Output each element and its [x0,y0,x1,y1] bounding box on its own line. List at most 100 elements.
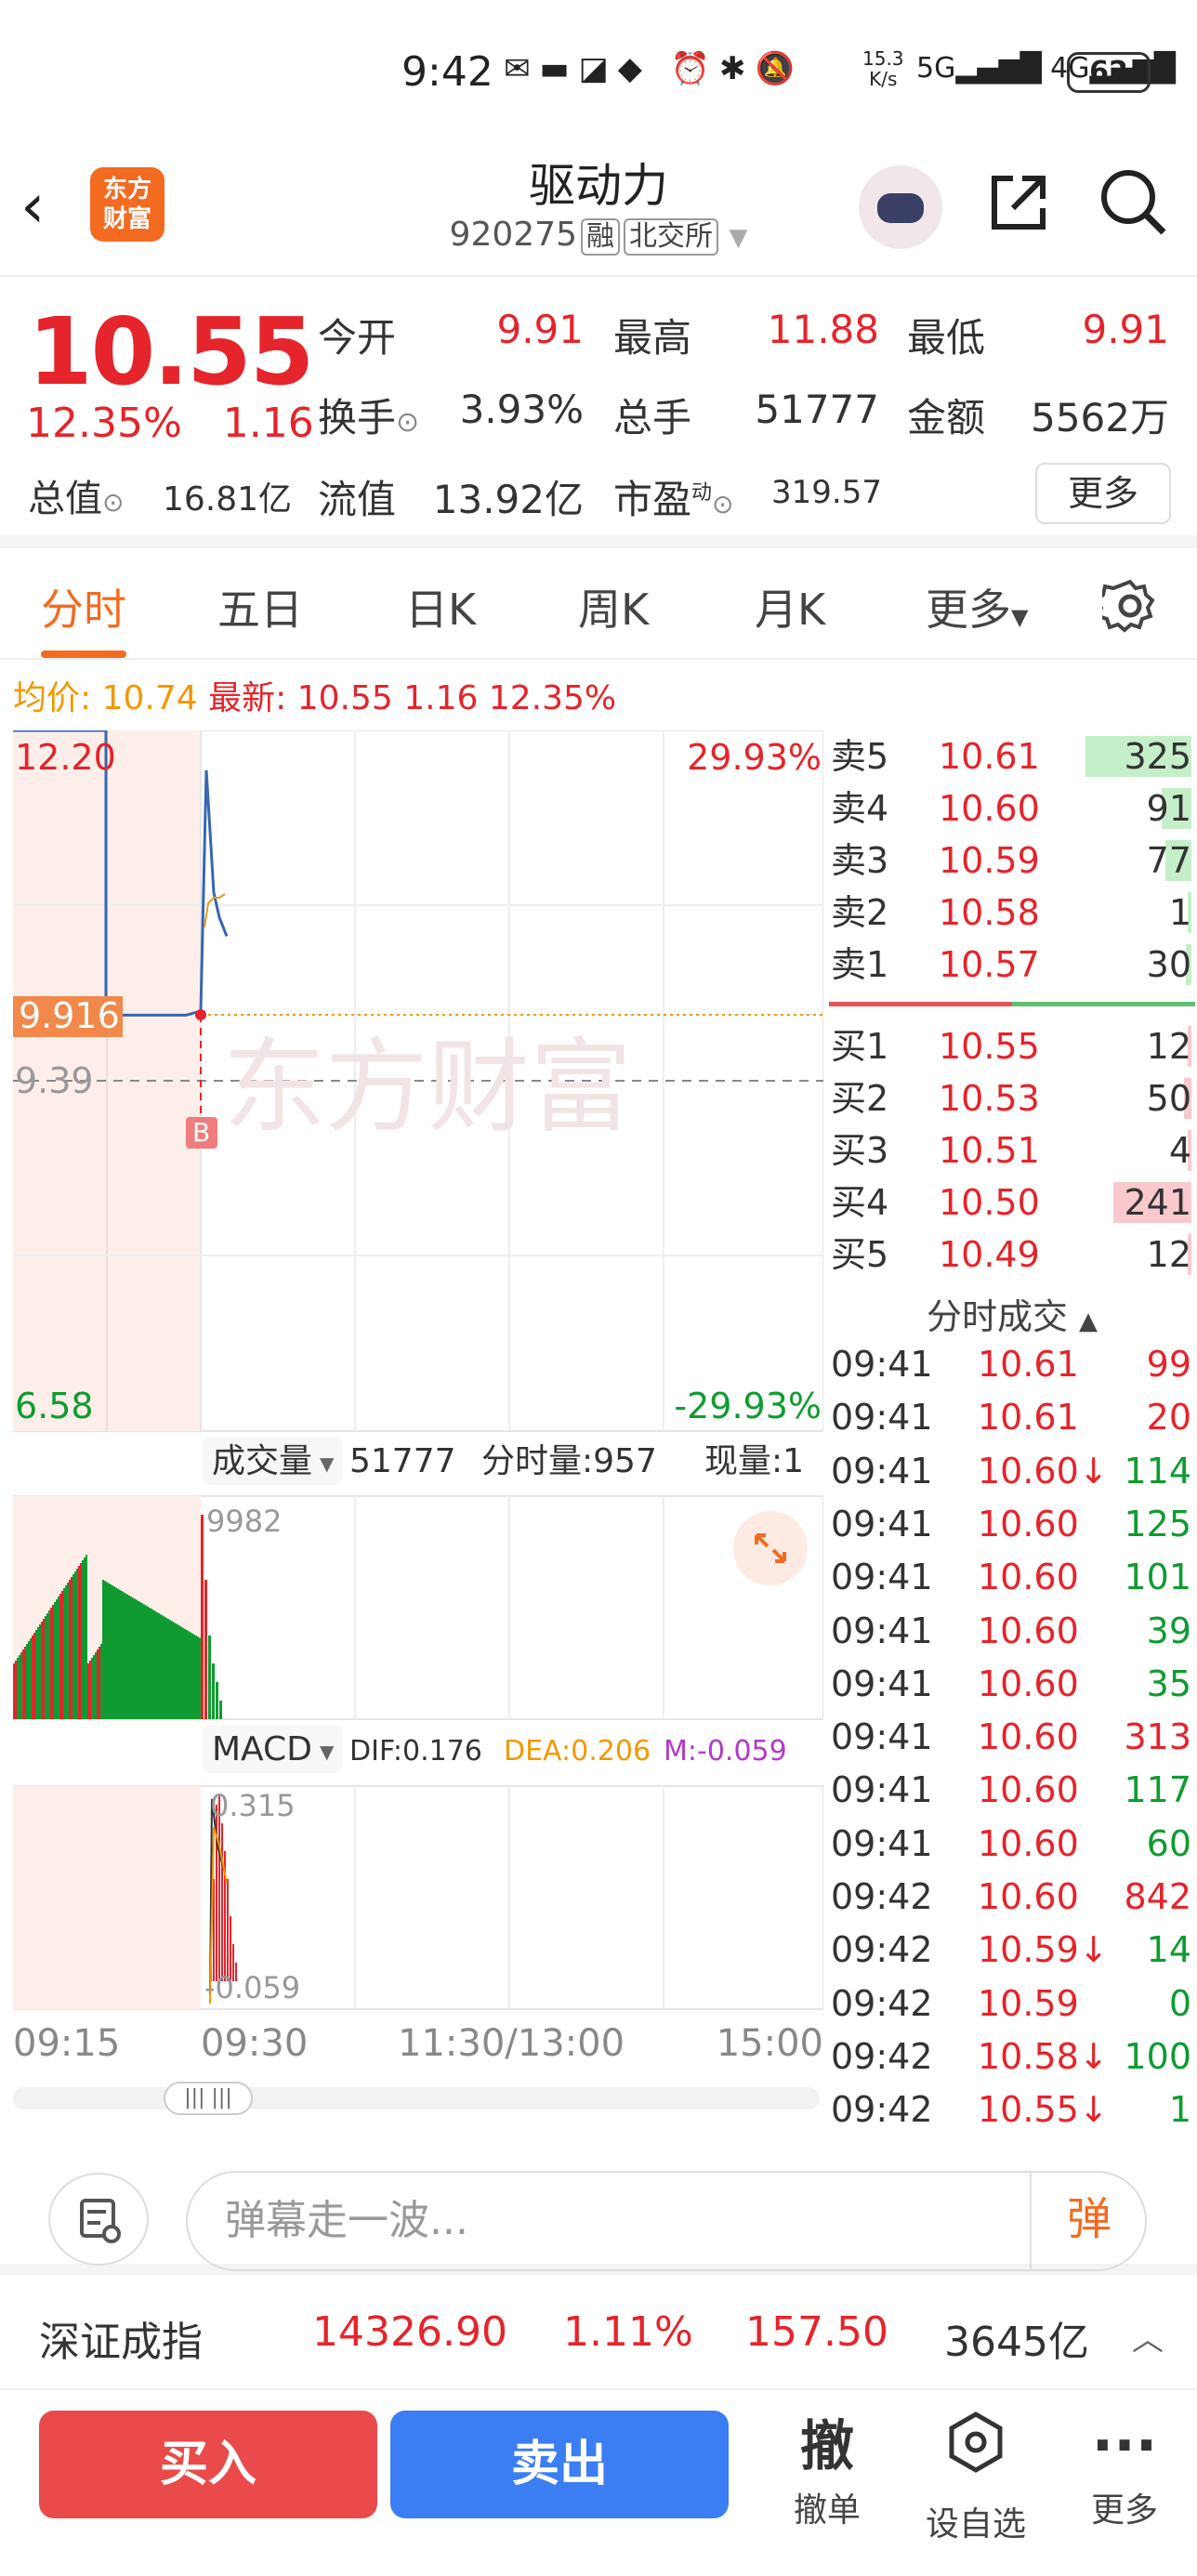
volume-bar [108,1583,110,1719]
time-axis: 09:15 09:30 11:30/13:00 15:00 [13,2022,823,2069]
bid-row[interactable]: 买4 10.50 241 [827,1176,1197,1229]
tab-intraday[interactable]: 分时 [41,576,126,658]
more-actions-button[interactable]: ··· 更多 [1069,2409,1180,2531]
volume-bar [30,1638,32,1719]
more-quote-button[interactable]: 更多 [1035,463,1171,524]
volume-bar [78,1566,80,1719]
tab-more[interactable]: 更多▼ [926,576,1028,637]
volume-bar [48,1610,50,1719]
amount-label: 金额 [907,395,986,440]
book-price: 10.61 [939,736,1040,777]
book-level-label: 买5 [831,1234,889,1275]
x-tick: 11:30/13:00 [398,2022,625,2065]
pe-label[interactable]: 市盈动⊙ [613,468,734,525]
more-actions-label: 更多 [1090,2491,1158,2530]
current-volume: 现量:1 [704,1442,804,1480]
trade-time: 09:41 [831,1822,933,1864]
mktcap-value: 16.81亿 [162,480,292,519]
tab-monthly-k[interactable]: 月K [755,576,825,637]
trade-list[interactable]: 09:41 10.61 99 09:41 10.61 20 09:41 10.60↓ 114 09… [827,1282,1197,2137]
book-price: 10.55 [939,1026,1040,1067]
tab-weekly-k[interactable]: 周K [578,576,649,637]
ask-row[interactable]: 卖4 10.60 91 [827,782,1197,835]
volume-bar [193,1634,195,1719]
volume-bar [188,1631,190,1719]
volume-bar [93,1655,95,1719]
volume-bar [141,1603,143,1719]
trade-volume: 313 [1124,1716,1191,1758]
chevron-up-icon[interactable]: ︿ [1132,2314,1164,2359]
volume-bar [138,1600,139,1719]
bid-row[interactable]: 买3 10.51 4 [827,1124,1197,1176]
chart-scrollbar[interactable] [13,2087,820,2109]
volume-bar [175,1623,177,1719]
trade-volume: 125 [1124,1503,1191,1544]
danmu-settings-icon[interactable] [48,2173,149,2266]
bid-row[interactable]: 买1 10.55 12 [827,1020,1197,1072]
add-watchlist-button[interactable]: 设自选 [920,2409,1032,2545]
volume-bar [147,1606,149,1719]
buy-button[interactable]: 买入 [39,2411,377,2518]
volume-bar [212,1663,215,1719]
chart-scroll-handle[interactable]: ||| ||| [164,2082,253,2115]
volume-bar [216,1682,218,1719]
ask-row[interactable]: 卖3 10.59 77 [827,835,1197,887]
stock-code: 920275 [449,216,577,254]
last-price: 10.55 [28,297,314,406]
turnover-label[interactable]: 换手⊙ [318,387,419,443]
trade-row: 09:41 10.61 99 [827,1338,1197,1391]
ask-row[interactable]: 卖2 10.58 1 [827,887,1197,939]
trade-time: 09:42 [831,1982,933,2024]
chart-tabs: 分时 五日 日K 周K 月K 更多▼ [0,548,1197,660]
minute-volume: 分时量:957 [481,1442,657,1480]
volume-bar [52,1605,54,1719]
intraday-chart[interactable]: 东方财富 B 9.916 9.39 12.20 6.58 29.93% -29.… [12,729,824,2031]
trade-volume: 20 [1146,1397,1191,1439]
expand-icon[interactable] [733,1511,808,1585]
low-value: 9.91 [1082,307,1169,352]
x-tick: 09:30 [201,2022,309,2065]
float-label: 流值 [318,477,397,522]
book-volume: 4 [1168,1130,1191,1171]
assistant-avatar-icon[interactable] [859,165,942,249]
book-price: 10.50 [939,1182,1040,1223]
mktcap-label[interactable]: 总值⊙ [28,468,124,522]
volume-bar [171,1621,173,1719]
share-icon[interactable] [985,169,1052,236]
volume-bar [125,1593,126,1719]
trade-price: 10.60↓ [978,1450,1109,1492]
volume-bar [110,1584,112,1719]
ask-row[interactable]: 卖1 10.57 30 [827,939,1197,991]
danmu-toggle-button[interactable]: 弹 [1030,2171,1147,2271]
volume-bar [152,1610,154,1719]
trade-volume: 14 [1146,1929,1191,1971]
trade-price: 10.60 [978,1663,1079,1704]
bid-row[interactable]: 买5 10.49 12 [827,1229,1197,1281]
danmu-input[interactable]: 弹幕走一波... [186,2171,1147,2271]
volume-bar [160,1614,162,1719]
volume-bar [45,1616,46,1719]
tab-daily-k[interactable]: 日K [405,576,476,637]
trade-volume: 101 [1124,1557,1191,1598]
trade-price: 10.60 [978,1876,1079,1917]
index-ticker[interactable]: 深证成指 14326.90 1.11% 157.50 3645亿 ︿ [0,2275,1197,2390]
gear-icon[interactable] [1094,578,1158,634]
ask-row[interactable]: 卖5 10.61 325 [827,730,1197,782]
tab-five-day[interactable]: 五日 [217,576,303,637]
trade-volume: 35 [1146,1663,1191,1704]
trade-time: 09:42 [831,2035,933,2077]
volume-bar [41,1622,43,1719]
volume-bar [84,1557,86,1719]
volume-bar [26,1644,28,1719]
index-name: 深证成指 [39,2319,203,2366]
trade-row: 09:42 10.55↓ 1 [827,2083,1197,2136]
volume-bar [37,1627,39,1719]
search-icon[interactable] [1098,167,1167,236]
battery-icon: 62 [1067,52,1151,93]
bid-row[interactable]: 买2 10.53 50 [827,1072,1197,1124]
volume-bar [113,1586,115,1719]
volume-bar [74,1571,76,1719]
cancel-order-button[interactable]: 撤 撤单 [771,2409,883,2531]
sell-button[interactable]: 卖出 [390,2411,729,2518]
volume-bar [180,1626,182,1719]
